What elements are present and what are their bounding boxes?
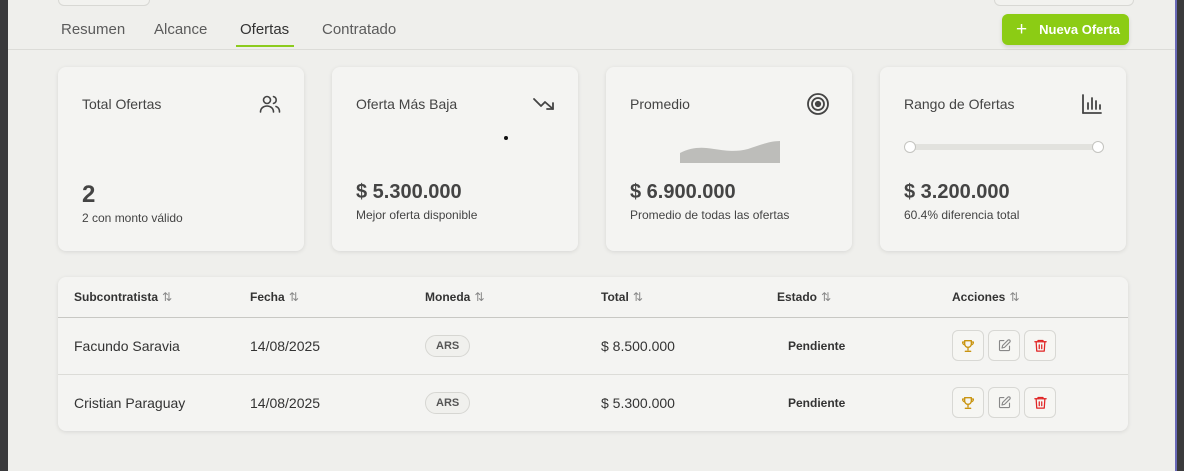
cell-subcontratista: Facundo Saravia: [74, 338, 180, 354]
average-sparkline: [680, 141, 780, 163]
edit-button[interactable]: [988, 387, 1020, 418]
tab-resumen[interactable]: Resumen: [61, 21, 125, 38]
card-title: Promedio: [630, 96, 690, 112]
card-value: $ 3.200.000: [904, 181, 1010, 203]
column-label: Total: [601, 290, 629, 304]
sort-icon[interactable]: ⇅: [1009, 290, 1019, 304]
column-header-estado[interactable]: Estado ⇅: [777, 290, 831, 304]
edit-icon: [998, 396, 1011, 409]
sort-icon[interactable]: ⇅: [162, 290, 172, 304]
column-header-moneda[interactable]: Moneda ⇅: [425, 290, 484, 304]
card-subtitle: Mejor oferta disponible: [356, 208, 478, 222]
tab-contratado[interactable]: Contratado: [322, 21, 396, 38]
card-subtitle: 60.4% diferencia total: [904, 208, 1020, 222]
sort-icon[interactable]: ⇅: [474, 290, 484, 304]
offers-table: Subcontratista ⇅ Fecha ⇅ Moneda ⇅ Total ⇅ Es…: [58, 277, 1128, 431]
window-edge: [1175, 0, 1177, 471]
card-value: $ 6.900.000: [630, 181, 736, 203]
trash-icon: [1033, 339, 1047, 352]
users-icon: [259, 95, 281, 113]
cell-fecha: 14/08/2025: [250, 395, 321, 411]
range-min-handle[interactable]: [904, 141, 916, 153]
card-subtitle: Promedio de todas las ofertas: [630, 208, 790, 222]
card-title: Oferta Más Baja: [356, 96, 458, 112]
trending-down-icon: [533, 98, 554, 110]
card-offer-range: Rango de Ofertas $ 3.200.000 60.4% difer…: [880, 67, 1126, 251]
sort-icon[interactable]: ⇅: [821, 290, 831, 304]
tab-ofertas[interactable]: Ofertas: [240, 21, 289, 38]
column-header-subcontratista[interactable]: Subcontratista ⇅: [74, 290, 172, 304]
cell-subcontratista: Cristian Paraguay: [74, 395, 186, 411]
header-divider: [58, 317, 1128, 318]
trash-icon: [1033, 396, 1047, 409]
tab-alcance[interactable]: Alcance: [154, 21, 207, 38]
cell-total: $ 5.300.000: [601, 395, 675, 411]
status-badge: Pendiente: [788, 339, 846, 353]
new-offer-label: Nueva Oferta: [1039, 22, 1121, 37]
edit-button[interactable]: [988, 330, 1020, 361]
sort-icon[interactable]: ⇅: [633, 290, 643, 304]
cell-fecha: 14/08/2025: [250, 338, 321, 354]
card-lowest-offer: Oferta Más Baja $ 5.300.000 Mejor oferta…: [332, 67, 578, 251]
bar-chart-icon: [1082, 94, 1102, 114]
target-icon: [807, 93, 829, 115]
card-total-offers: Total Ofertas 2 2 con monto válido: [58, 67, 304, 251]
trophy-icon: [962, 339, 974, 352]
active-tab-indicator: [236, 45, 294, 47]
trophy-icon: [962, 396, 974, 409]
column-label: Subcontratista: [74, 290, 159, 304]
column-header-acciones[interactable]: Acciones ⇅: [952, 290, 1019, 304]
offers-panel: Resumen Alcance Ofertas Contratado + Nue…: [8, 0, 1175, 471]
award-button[interactable]: [952, 330, 984, 361]
card-average: Promedio $ 6.900.000 Promedio de todas l…: [606, 67, 852, 251]
column-label: Moneda: [425, 290, 471, 304]
tab-bar: Resumen Alcance Ofertas Contratado: [8, 0, 1175, 50]
award-button[interactable]: [952, 387, 984, 418]
delete-button[interactable]: [1024, 387, 1056, 418]
marker-dot: [504, 136, 508, 140]
status-badge: Pendiente: [788, 396, 846, 410]
cell-total: $ 8.500.000: [601, 338, 675, 354]
card-value: $ 5.300.000: [356, 181, 462, 203]
currency-badge: ARS: [425, 392, 471, 414]
range-track: [910, 144, 1098, 150]
card-title: Rango de Ofertas: [904, 96, 1015, 112]
column-header-fecha[interactable]: Fecha ⇅: [250, 290, 299, 304]
column-label: Estado: [777, 290, 818, 304]
currency-badge: ARS: [425, 335, 471, 357]
card-value: 2: [82, 181, 96, 208]
card-title: Total Ofertas: [82, 96, 162, 112]
sort-icon[interactable]: ⇅: [289, 290, 299, 304]
delete-button[interactable]: [1024, 330, 1056, 361]
edit-icon: [998, 339, 1011, 352]
plus-icon: +: [1016, 19, 1028, 40]
column-label: Acciones: [952, 290, 1006, 304]
column-header-total[interactable]: Total ⇅: [601, 290, 643, 304]
column-label: Fecha: [250, 290, 285, 304]
card-subtitle: 2 con monto válido: [82, 211, 183, 225]
range-max-handle[interactable]: [1092, 141, 1104, 153]
row-divider: [58, 374, 1128, 375]
new-offer-button[interactable]: + Nueva Oferta: [1002, 14, 1129, 45]
